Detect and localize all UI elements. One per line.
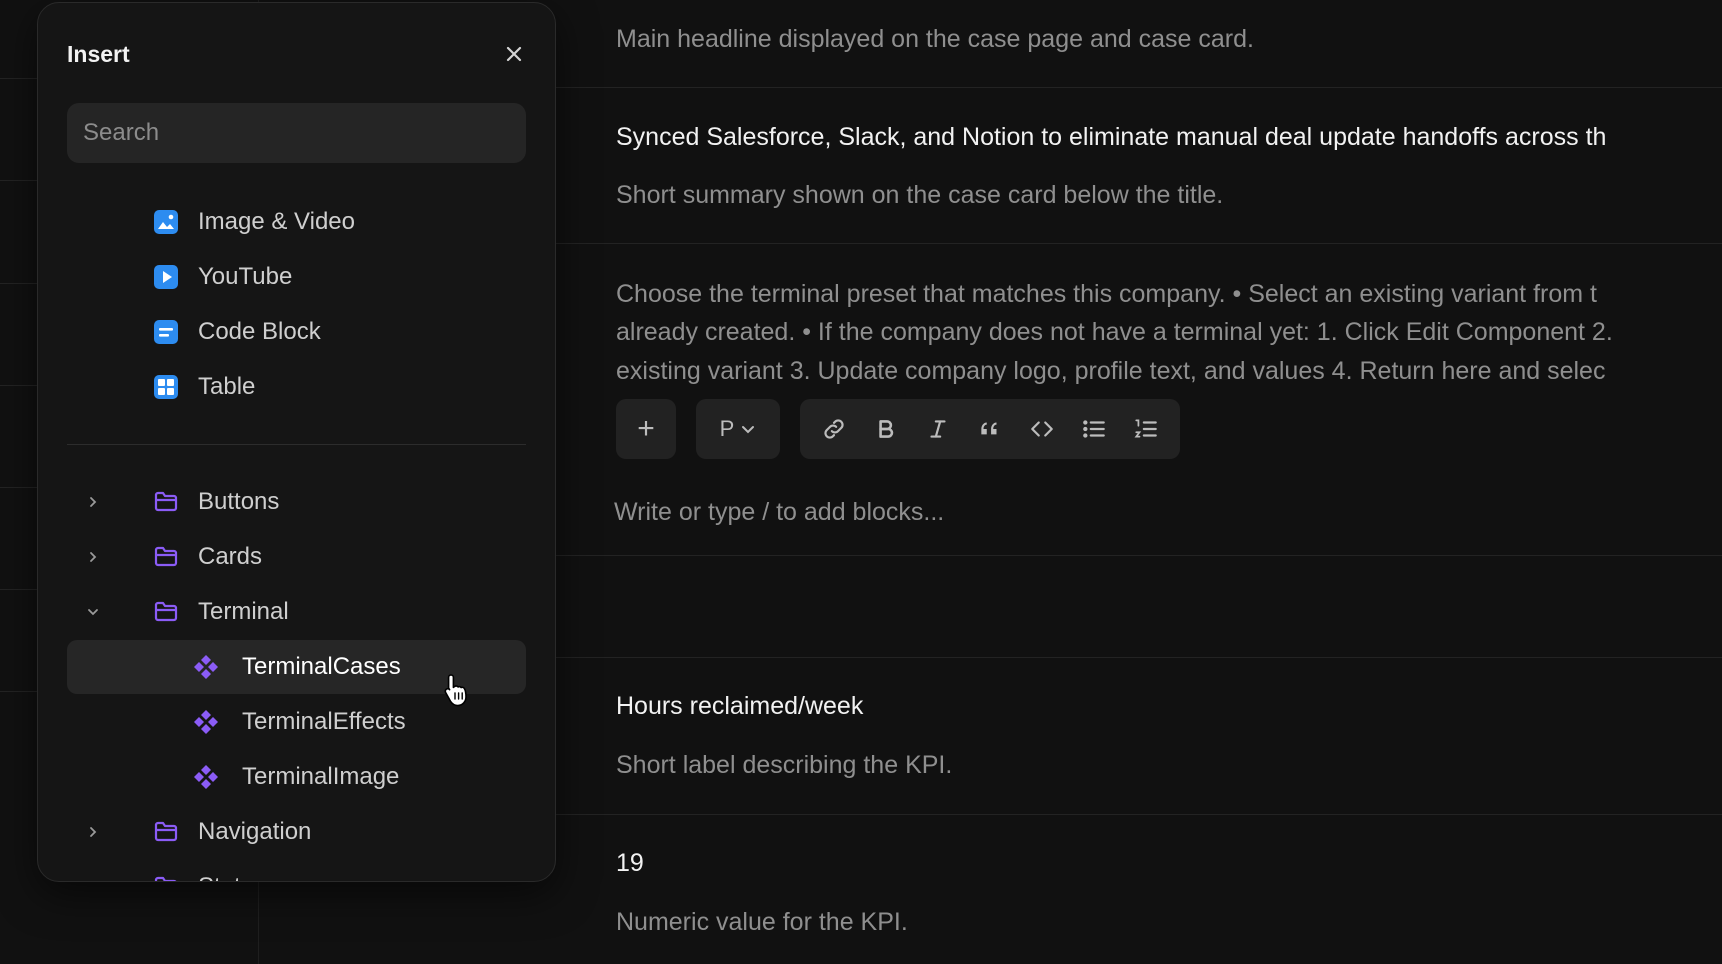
title-hint: Main headline displayed on the case page…: [616, 25, 1254, 53]
code-button[interactable]: [1020, 407, 1064, 451]
folder-item-label: Navigation: [198, 818, 312, 845]
component-icon: [193, 764, 219, 790]
bold-button[interactable]: [864, 407, 908, 451]
link-icon: [824, 419, 844, 439]
block-item-youtube[interactable]: YouTube: [67, 250, 526, 304]
block-item-table[interactable]: Table: [67, 360, 526, 414]
folder-icon: [153, 819, 179, 845]
empty-section: [556, 555, 1722, 658]
folder-item-stats[interactable]: Stats: [67, 860, 526, 881]
bold-icon: [879, 420, 894, 438]
folder-item-cards[interactable]: Cards: [67, 530, 526, 584]
terminal-help-line: existing variant 3. Update company logo,…: [616, 357, 1606, 385]
chevron-down-icon: [83, 602, 103, 622]
component-item-terminal-image[interactable]: TerminalImage: [67, 750, 526, 804]
block-item-label: YouTube: [198, 263, 293, 290]
youtube-play-icon: [153, 264, 179, 290]
terminal-help-line: already created. • If the company does n…: [616, 318, 1613, 346]
rich-text-toolbar: + P: [616, 399, 1180, 459]
code-icon: [1031, 421, 1053, 437]
chevron-right-icon: [83, 822, 103, 842]
folder-icon: [153, 544, 179, 570]
folder-icon: [153, 874, 179, 881]
table-icon: [153, 374, 179, 400]
numbered-list-button[interactable]: [1124, 407, 1168, 451]
kpi-label-hint: Short label describing the KPI.: [616, 751, 953, 779]
kpi-label-section: Hours reclaimed/week Short label describ…: [556, 657, 1722, 815]
component-item-label: TerminalCases: [242, 653, 401, 680]
chevron-right-icon: [83, 547, 103, 567]
folder-item-navigation[interactable]: Navigation: [67, 805, 526, 859]
block-item-image-video[interactable]: Image & Video: [67, 195, 526, 249]
editor-placeholder[interactable]: Write or type / to add blocks...: [614, 493, 944, 531]
paragraph-style-label: P: [719, 416, 735, 441]
quote-icon: [981, 422, 997, 435]
component-icon: [193, 709, 219, 735]
block-item-label: Code Block: [198, 318, 321, 345]
kpi-value-section: 19 Numeric value for the KPI.: [556, 814, 1722, 964]
close-button[interactable]: [501, 41, 527, 67]
quote-button[interactable]: [968, 407, 1012, 451]
block-item-code-block[interactable]: Code Block: [67, 305, 526, 359]
folder-item-label: Buttons: [198, 488, 280, 515]
folder-icon: [153, 599, 179, 625]
insert-panel-title: Insert: [67, 41, 130, 67]
summary-hint: Short summary shown on the case card bel…: [616, 181, 1224, 209]
block-item-label: Image & Video: [198, 208, 355, 235]
format-button-group: [800, 399, 1180, 459]
kpi-value-hint: Numeric value for the KPI.: [616, 908, 908, 936]
folder-item-label: Cards: [198, 543, 263, 570]
image-icon: [153, 209, 179, 235]
paragraph-style-dropdown[interactable]: P: [696, 399, 780, 459]
close-icon: [506, 46, 522, 62]
folder-icon: [153, 489, 179, 515]
add-block-button[interactable]: +: [616, 399, 676, 459]
section-divider: [67, 444, 526, 445]
italic-button[interactable]: [916, 407, 960, 451]
search-input[interactable]: [67, 103, 526, 163]
folder-item-terminal[interactable]: Terminal: [67, 585, 526, 639]
terminal-help-line: Choose the terminal preset that matches …: [616, 280, 1597, 308]
folder-item-buttons[interactable]: Buttons: [67, 475, 526, 529]
insert-panel: Insert Image & Video YouTube Code Block …: [37, 2, 556, 882]
block-item-label: Table: [198, 373, 256, 400]
summary-input[interactable]: Synced Salesforce, Slack, and Notion to …: [616, 118, 1606, 156]
folder-item-label: Terminal: [198, 598, 289, 625]
component-item-label: TerminalImage: [242, 763, 400, 790]
chevron-right-icon: [83, 492, 103, 512]
code-block-icon: [153, 319, 179, 345]
component-item-label: TerminalEffects: [242, 708, 406, 735]
hand-cursor-icon: [444, 674, 467, 707]
bullet-list-button[interactable]: [1072, 407, 1116, 451]
kpi-value-input[interactable]: 19: [616, 844, 644, 882]
kpi-label-input[interactable]: Hours reclaimed/week: [616, 687, 863, 725]
chevron-down-icon: [742, 426, 755, 434]
bullet-list-icon: [1083, 420, 1105, 438]
numbered-list-icon: [1134, 419, 1157, 438]
italic-icon: [930, 420, 946, 438]
terminal-field-section: Choose the terminal preset that matches …: [556, 243, 1722, 556]
link-button[interactable]: [812, 407, 856, 451]
chevron-right-icon: [83, 877, 103, 881]
folder-item-label: Stats: [198, 873, 253, 881]
title-field-section: Main headline displayed on the case page…: [556, 0, 1722, 88]
summary-field-section: Synced Salesforce, Slack, and Notion to …: [556, 87, 1722, 244]
component-icon: [193, 654, 219, 680]
